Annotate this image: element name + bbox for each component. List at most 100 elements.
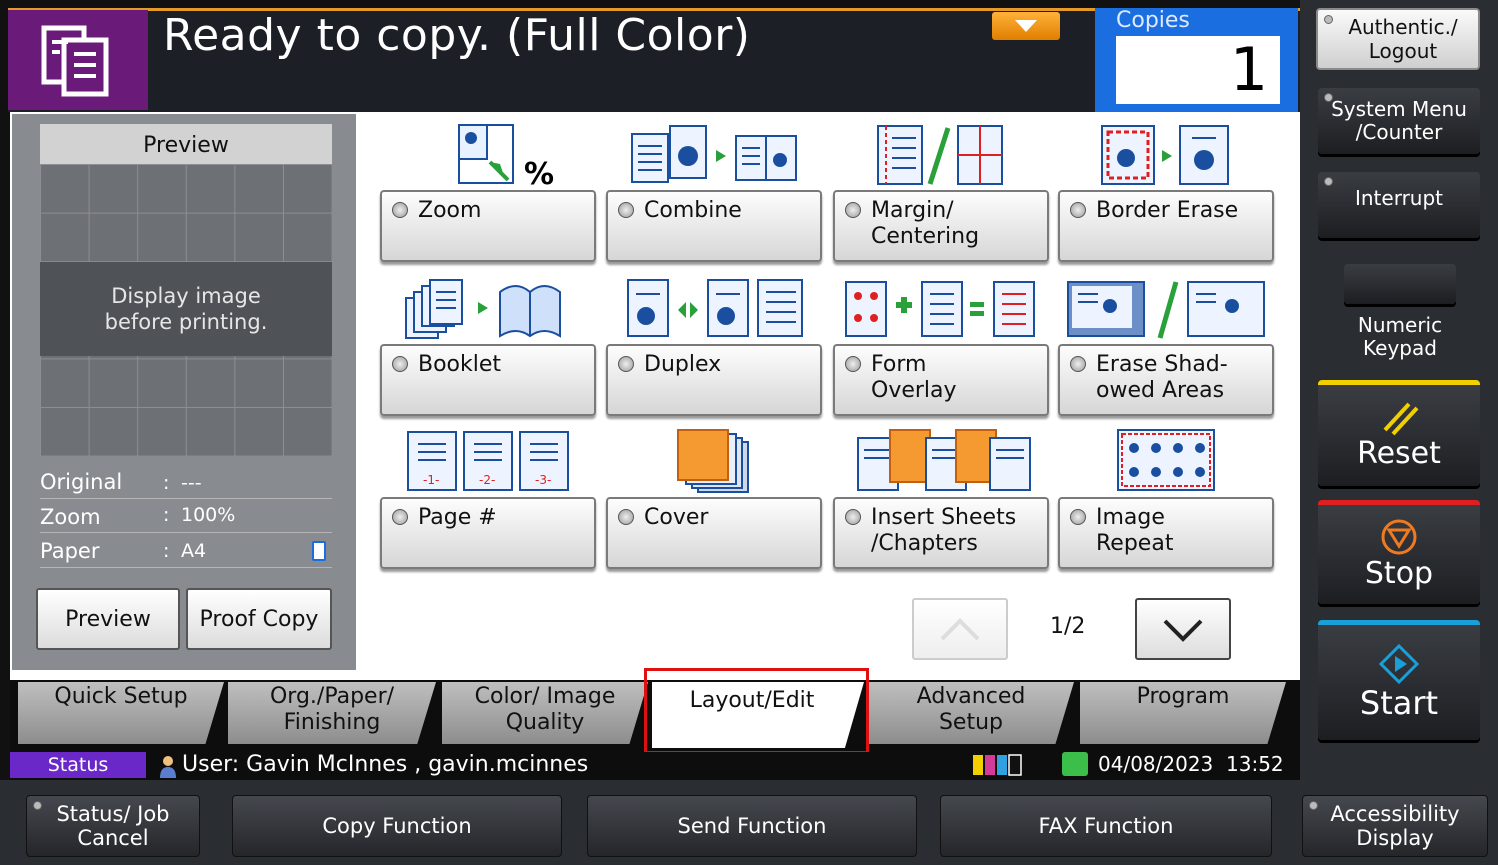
tab-quick-setup[interactable]: Quick Setup [18, 682, 224, 744]
status-job-cancel-button[interactable]: Status/ Job Cancel [26, 795, 200, 857]
chevron-up-icon [940, 618, 980, 641]
proof-copy-button[interactable]: Proof Copy [186, 588, 332, 650]
radio-indicator-icon [1070, 202, 1086, 218]
authentication-logout-label: Authentic./ Logout [1348, 15, 1458, 63]
authentication-logout-button[interactable]: Authentic./ Logout [1316, 8, 1480, 70]
zoom-label: Zoom [40, 505, 101, 529]
interrupt-button[interactable]: Interrupt [1318, 172, 1480, 238]
combine-icon [631, 125, 797, 183]
booklet-button[interactable]: Booklet [380, 344, 596, 416]
copies-label: Copies [1116, 8, 1190, 33]
zoom-value: 100% [181, 504, 236, 526]
status-job-cancel-label: Status/ Job Cancel [56, 802, 170, 850]
accessibility-display-label: Accessibility Display [1330, 802, 1460, 850]
image-repeat-button[interactable]: Image Repeat [1058, 497, 1274, 569]
tab-color-image-quality[interactable]: Color/ Image Quality [442, 682, 648, 744]
status-title: Ready to copy. (Full Color) [163, 10, 751, 61]
stop-button[interactable]: Stop [1318, 500, 1480, 604]
duplex-button[interactable]: Duplex [606, 344, 822, 416]
erase-shadowed-areas-label: Erase Shad- owed Areas [1096, 352, 1228, 403]
tab-advanced-setup-label: Advanced Setup [916, 684, 1026, 735]
tab-advanced-setup[interactable]: Advanced Setup [868, 682, 1074, 744]
border-erase-button[interactable]: Border Erase [1058, 190, 1274, 262]
page-number-button[interactable]: Page # [380, 497, 596, 569]
fax-function-button[interactable]: FAX Function [940, 795, 1272, 857]
date-time: 04/08/2023 13:52 [1098, 752, 1284, 776]
copies-count-field[interactable]: 1 [1116, 35, 1280, 105]
svg-text:-3-: -3- [535, 473, 551, 487]
reset-label: Reset [1357, 436, 1441, 471]
erase-shadowed-areas-button[interactable]: Erase Shad- owed Areas [1058, 344, 1274, 416]
reset-button[interactable]: Reset [1318, 380, 1480, 486]
start-label: Start [1359, 683, 1439, 722]
stop-label: Stop [1364, 556, 1434, 591]
zoom-colon: : [163, 504, 170, 526]
radio-indicator-icon [618, 356, 634, 372]
preview-message-text: Display image before printing. [104, 284, 268, 334]
page-indicator: 1/2 [1050, 614, 1086, 639]
paper-value: A4 [181, 540, 207, 562]
numeric-keypad-button[interactable] [1344, 264, 1456, 304]
copy-mode-icon [8, 10, 148, 110]
radio-indicator-icon [618, 202, 634, 218]
insert-sheets-chapters-button[interactable]: Insert Sheets /Chapters [833, 497, 1049, 569]
zoom-button[interactable]: Zoom [380, 190, 596, 262]
paper-label: Paper [40, 539, 100, 563]
erase-shadow-icon [1067, 281, 1265, 339]
form-overlay-button[interactable]: Form Overlay [833, 344, 1049, 416]
tab-program-label: Program [1136, 684, 1230, 709]
combine-label: Combine [644, 198, 742, 223]
tab-org-paper-finishing[interactable]: Org./Paper/ Finishing [228, 682, 436, 744]
indicator-led-icon [1309, 801, 1318, 810]
margin-icon [877, 125, 1003, 185]
start-button[interactable]: Start [1318, 620, 1480, 740]
combine-button[interactable]: Combine [606, 190, 822, 262]
image-repeat-label: Image Repeat [1096, 505, 1174, 556]
accessibility-display-button[interactable]: Accessibility Display [1302, 795, 1488, 857]
svg-text:%: % [524, 157, 554, 188]
radio-indicator-icon [845, 202, 861, 218]
page-down-button[interactable] [1135, 598, 1231, 660]
copy-function-button[interactable]: Copy Function [232, 795, 562, 857]
form-overlay-icon [845, 281, 1035, 337]
time-value: 13:52 [1226, 752, 1284, 776]
insert-sheets-chapters-label: Insert Sheets /Chapters [871, 505, 1017, 556]
radio-indicator-icon [392, 509, 408, 525]
system-menu-label: System Menu /Counter [1331, 97, 1467, 144]
tab-org-paper-finishing-label: Org./Paper/ Finishing [269, 684, 395, 735]
radio-indicator-icon [1070, 509, 1086, 525]
cover-label: Cover [644, 505, 709, 530]
eco-status-icon [1062, 752, 1088, 776]
radio-indicator-icon [392, 202, 408, 218]
divider [40, 498, 332, 499]
start-icon [1379, 643, 1419, 684]
radio-indicator-icon [1070, 356, 1086, 372]
stop-icon [1381, 519, 1417, 555]
tab-color-image-quality-label: Color/ Image Quality [474, 684, 616, 735]
svg-text:-1-: -1- [423, 473, 439, 487]
status-tag[interactable]: Status [10, 752, 146, 778]
margin-centering-button[interactable]: Margin/ Centering [833, 190, 1049, 262]
original-value: --- [181, 472, 202, 494]
system-menu-counter-button[interactable]: System Menu /Counter [1318, 88, 1480, 154]
selection-highlight [644, 668, 869, 754]
booklet-icon [405, 279, 561, 339]
radio-indicator-icon [392, 356, 408, 372]
radio-indicator-icon [845, 356, 861, 372]
tab-program[interactable]: Program [1080, 682, 1286, 744]
divider [40, 567, 332, 568]
preview-button[interactable]: Preview [36, 588, 180, 650]
indicator-led-icon [1324, 93, 1333, 102]
preview-heading: Preview [40, 124, 332, 164]
border-erase-icon [1101, 125, 1229, 185]
divider [40, 532, 332, 533]
expand-dropdown-button[interactable] [992, 12, 1060, 40]
page-up-button[interactable] [912, 598, 1008, 660]
cover-button[interactable]: Cover [606, 497, 822, 569]
indicator-led-icon [33, 801, 42, 810]
indicator-led-icon [1324, 15, 1333, 24]
send-function-button[interactable]: Send Function [587, 795, 917, 857]
zoom-icon: % [458, 124, 554, 188]
border-erase-label: Border Erase [1096, 198, 1239, 223]
form-overlay-label: Form Overlay [871, 352, 957, 403]
